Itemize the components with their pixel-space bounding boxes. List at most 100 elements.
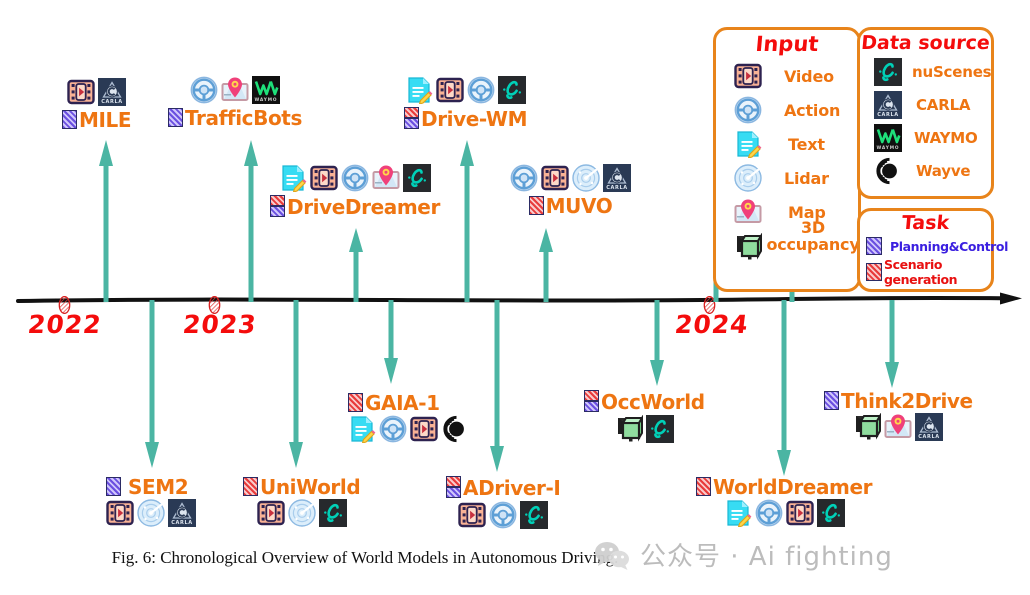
scenario-generation-badge: [348, 392, 363, 412]
task-badge-stack: [270, 195, 285, 217]
video-icon: [67, 79, 95, 105]
planning-control-badge: [106, 476, 121, 496]
legend-label-video: Video: [784, 66, 834, 86]
connector-arrow-sem2: [144, 300, 160, 472]
legend-label-lidar: Lidar: [784, 168, 829, 188]
model-icons-uniworld: [243, 499, 360, 527]
nuscenes-logo-icon: [498, 76, 527, 104]
model-entry-mile: MILE: [62, 78, 132, 132]
model-name-trafficbots: TrafficBots: [185, 106, 302, 130]
legend-item-wayve: Wayve: [874, 157, 991, 185]
lidar-radar-icon: [572, 164, 600, 192]
model-icons-drivewm: [404, 76, 527, 104]
nuscenes-logo-icon: [645, 415, 674, 443]
text-document-icon: [737, 131, 762, 158]
legend-label-planning-control: Planning&Control: [890, 238, 1008, 254]
model-name-adriveri: ADriver-I: [463, 476, 561, 500]
wechat-icon: [595, 541, 629, 570]
video-icon: [541, 165, 569, 191]
legend-title-task: Task: [900, 212, 951, 234]
steering-wheel-icon: [754, 499, 783, 527]
steering-wheel-icon: [510, 164, 538, 192]
model-entry-adriveri: ADriver-I: [446, 476, 561, 529]
legend-label-scenario-generation: Scenario generation: [884, 257, 958, 287]
model-icons-gaia1: [348, 415, 469, 443]
model-name-occworld: OccWorld: [601, 390, 705, 414]
legend-title-data-source: Data source: [860, 32, 991, 54]
model-name-row-worlddreamer: WorldDreamer: [696, 476, 873, 497]
planning-control-badge: [62, 109, 77, 129]
steering-wheel-icon: [467, 76, 495, 104]
legend-item-action: Action: [734, 96, 858, 124]
legend-item-planning-control: Planning&Control: [866, 237, 1008, 255]
figure-canvas: 2022 2023 2024 MILE TrafficBots DriveDre…: [0, 0, 1030, 595]
model-entry-uniworld: UniWorld: [243, 475, 361, 527]
model-icons-mile: [62, 78, 131, 106]
text-document-icon: [408, 77, 434, 104]
connector-arrow-gaia1: [383, 300, 399, 388]
text-document-icon: [282, 165, 307, 192]
model-entry-drivewm: Drive-WM: [404, 76, 527, 129]
model-icons-occworld: [584, 415, 705, 443]
planning-control-badge: [446, 487, 461, 498]
legend-label-wayve: Wayve: [916, 162, 971, 180]
video-icon: [310, 165, 338, 191]
connector-arrow-uniworld: [288, 300, 304, 472]
lidar-radar-icon: [287, 499, 316, 527]
year-label-2023: 2023: [181, 310, 259, 339]
model-icons-muvo: [510, 164, 631, 192]
legend-panel-input: Input Video Action Text Lidar Map 3D occ…: [713, 27, 861, 292]
connector-arrow-worlddreamer: [776, 300, 792, 480]
model-entry-gaia1: GAIA-1: [348, 392, 469, 443]
model-icons-trafficbots: [168, 76, 302, 104]
legend-item-lidar: Lidar: [734, 164, 858, 192]
model-name-row-sem2: SEM2: [106, 476, 196, 497]
legend-title-input: Input: [754, 32, 820, 56]
steering-wheel-icon: [341, 164, 369, 192]
video-icon: [256, 500, 285, 526]
video-icon: [458, 502, 486, 528]
model-name-row-muvo: MUVO: [510, 195, 631, 216]
connector-arrow-adriveri: [489, 300, 505, 476]
legend-label-occupancy: 3D occupancy: [766, 218, 860, 254]
model-name-mile: MILE: [79, 108, 132, 132]
steering-wheel-icon: [734, 96, 762, 124]
occupancy-cube-icon: [616, 416, 643, 443]
waymo-logo-icon: [251, 76, 280, 104]
model-name-drivedreamer: DriveDreamer: [287, 195, 440, 219]
scenario-generation-badge: [696, 476, 711, 496]
nuscenes-logo-icon: [318, 499, 347, 527]
connector-arrow-trafficbots: [243, 140, 259, 306]
model-icons-think2drive: [824, 413, 973, 441]
connector-arrow-think2drive: [884, 300, 900, 392]
model-icons-drivedreamer: [270, 164, 440, 192]
steering-wheel-icon: [379, 415, 407, 443]
watermark: 公众号 · Ai fighting: [592, 536, 893, 573]
legend-panel-task: Task Planning&Control Scenario generatio…: [857, 208, 1008, 292]
model-name-row-gaia1: GAIA-1: [348, 392, 469, 413]
scenario-generation-badge: [404, 107, 419, 118]
planning-control-badge: [168, 107, 183, 127]
lidar-radar-icon: [137, 499, 165, 527]
legend-item-video: Video: [734, 62, 858, 90]
task-badge-stack: [584, 390, 599, 412]
text-document-icon: [726, 500, 752, 527]
scenario-generation-badge: [866, 263, 882, 281]
carla-logo-icon: [603, 164, 631, 192]
map-pin-icon: [734, 198, 762, 223]
legend-label-waymo: WAYMO: [914, 129, 978, 147]
model-name-row-think2drive: Think2Drive: [824, 390, 973, 411]
model-entry-worlddreamer: WorldDreamer: [696, 476, 873, 527]
model-entry-occworld: OccWorld: [584, 390, 705, 443]
model-name-row-mile: MILE: [62, 108, 132, 132]
nuscenes-logo-icon: [402, 164, 431, 192]
model-name-uniworld: UniWorld: [260, 475, 361, 499]
carla-logo-icon: [874, 91, 902, 119]
planning-control-badge: [584, 401, 599, 412]
legend-label-text: Text: [788, 134, 825, 154]
watermark-text: 公众号 · Ai fighting: [640, 542, 893, 572]
video-icon: [785, 500, 814, 526]
scenario-generation-badge: [528, 195, 544, 215]
scenario-generation-badge: [270, 195, 285, 206]
legend-item-scenario-generation: Scenario generation: [866, 257, 991, 287]
